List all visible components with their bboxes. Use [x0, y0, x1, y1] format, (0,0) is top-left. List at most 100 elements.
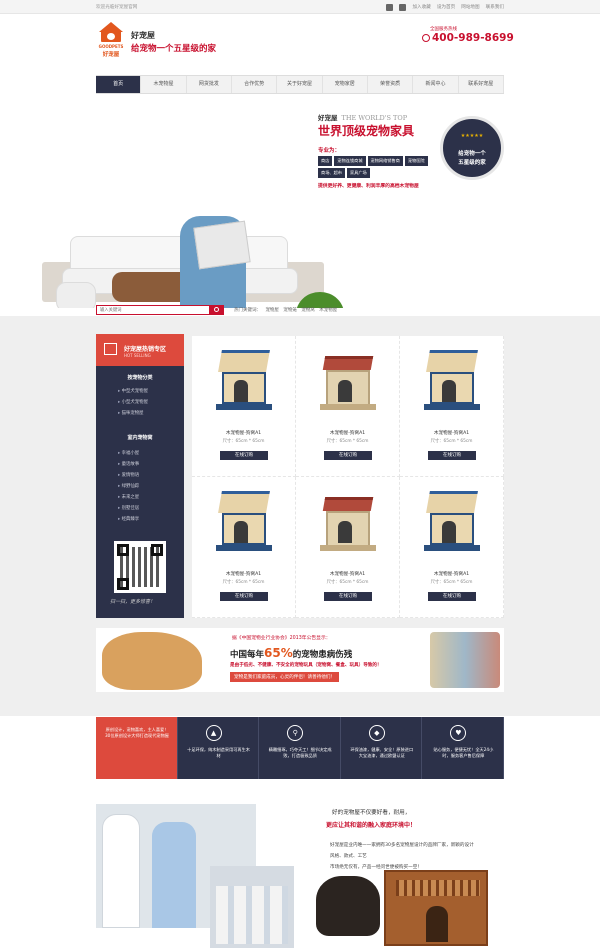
product-image[interactable]: [320, 350, 376, 412]
nav-wholesale[interactable]: 网货批发: [187, 76, 232, 93]
feature-block: ▲ 十足环保，纯木制造采用可再生木材: [177, 717, 260, 779]
hotline-number: 400-989-8699: [432, 32, 514, 44]
sidebar-item[interactable]: 经典臻享: [118, 514, 140, 525]
product-name[interactable]: 木宠物屋-狗窝A1: [296, 571, 399, 577]
sidebar-title-en: HOT SELLING: [124, 353, 151, 358]
link-homepage[interactable]: 设为首页: [437, 4, 455, 11]
hot-keywords: 热门关键词： 宠物屋 宠物笼 宠物窝 木宠物屋: [234, 307, 340, 313]
top-links: 加入收藏 设为首页 网站地图 联系我们: [386, 4, 504, 11]
product-name[interactable]: 木宠物屋-狗窝A1: [192, 571, 295, 577]
product-card[interactable]: 木宠物屋-狗窝A1 尺寸：65cm * 65cm 在线订购: [192, 477, 296, 618]
product-card[interactable]: 木宠物屋-狗窝A1 尺寸：65cm * 65cm 在线订购: [400, 477, 504, 618]
sidebar-item[interactable]: 绿野仙踪: [118, 481, 140, 492]
wechat-icon[interactable]: [399, 4, 407, 11]
product-card[interactable]: 木宠物屋-狗窝A1 尺寸：65cm * 65cm 在线订购: [296, 477, 400, 618]
photo-person: [152, 822, 196, 928]
banner-magazine: [193, 220, 251, 270]
banner-brand-cn: 好宠屋: [318, 114, 338, 122]
hot-keyword[interactable]: 木宠物屋: [319, 308, 337, 313]
sidebar-item[interactable]: 未来之星: [118, 492, 140, 503]
about-dogs-image: [316, 876, 380, 936]
kennel-railing: [396, 880, 480, 896]
hot-keyword[interactable]: 宠物笼: [283, 308, 297, 313]
promo-button[interactable]: 宠物是我们家庭成员，心灵的伴侣！请善待他们！: [230, 672, 340, 682]
hot-keyword[interactable]: 宠物屋: [265, 308, 279, 313]
sidebar-category-title: 室内宠物窝: [127, 435, 153, 441]
search-button[interactable]: [210, 305, 224, 315]
site-logo[interactable]: GOODPETS 好宠屋: [96, 22, 126, 58]
brand-slogan: 给宠物一个五星级的家: [131, 44, 217, 54]
banner-tag: 商店: [318, 156, 333, 166]
nav-cooperation[interactable]: 合作优势: [232, 76, 278, 93]
order-button[interactable]: 在线订购: [324, 592, 372, 601]
product-name[interactable]: 木宠物屋-狗窝A1: [400, 430, 503, 436]
sidebar-item[interactable]: 爱情物语: [118, 470, 140, 481]
nav-contact[interactable]: 联系好宠屋: [459, 76, 504, 93]
banner-for-label: 专业为：: [318, 148, 341, 154]
order-button[interactable]: 在线订购: [428, 451, 476, 460]
hot-keywords-label: 热门关键词：: [234, 308, 261, 313]
sidebar-item[interactable]: 小型犬宠物屋: [118, 397, 148, 408]
product-card[interactable]: 木宠物屋-狗窝A1 尺寸：65cm * 65cm 在线订购: [400, 336, 504, 477]
feature-text: 环保油漆，健康、安全！原装进口大宝油漆，通过欧盟认证: [350, 747, 414, 758]
sidebar-item[interactable]: 中型犬宠物屋: [118, 386, 148, 397]
nav-wood-pet-house[interactable]: 木宠物屋: [141, 76, 187, 93]
order-button[interactable]: 在线订购: [428, 592, 476, 601]
product-image[interactable]: [424, 350, 480, 412]
star-icon: ★★★★★: [460, 133, 484, 139]
promo-products-image: [430, 632, 500, 688]
link-sitemap[interactable]: 网站地图: [461, 4, 479, 11]
team-photo: [210, 866, 294, 948]
banner-tag: 商场、超市: [318, 168, 345, 178]
sidebar-list: 中型犬宠物屋 小型犬宠物屋 猫咪宠物屋: [118, 386, 148, 419]
nav-about[interactable]: 关于好宠屋: [277, 76, 323, 93]
nav-home[interactable]: 首页: [96, 76, 142, 93]
sidebar-item[interactable]: 别墅佳居: [118, 503, 140, 514]
banner-brand-en: THE WORLD'S TOP: [341, 114, 408, 122]
order-button[interactable]: 在线订购: [220, 451, 268, 460]
logo-cn-text: 好宠屋: [102, 52, 120, 58]
banner-brand: 好宠屋 THE WORLD'S TOP: [318, 112, 407, 122]
link-favorite[interactable]: 加入收藏: [412, 4, 430, 11]
hero-banner[interactable]: [0, 96, 600, 308]
banner-tag: 宠物连锁商城: [334, 156, 366, 166]
feature-block: 原创设计，宠物喜欢，主人喜爱！30位原创设计大师打造现代宠物屋: [96, 717, 178, 779]
product-name[interactable]: 木宠物屋-狗窝A1: [296, 430, 399, 436]
qr-code: [114, 541, 166, 593]
product-grid: 木宠物屋-狗窝A1 尺寸：65cm * 65cm 在线订购 木宠物屋-狗窝A1 …: [192, 336, 504, 618]
nav-honors[interactable]: 荣誉资质: [368, 76, 414, 93]
badge-line2: 五星级的家: [458, 160, 486, 166]
nav-news[interactable]: 新闻中心: [413, 76, 459, 93]
sidebar-item[interactable]: 幸福小屋: [118, 448, 140, 459]
search-input[interactable]: [96, 305, 210, 315]
product-image[interactable]: [216, 491, 272, 553]
promo-banner[interactable]: 据《中国宠物业行业协会》2013年公告显示： 中国每年65%的宠物患病伤残 是由…: [96, 628, 504, 692]
product-card[interactable]: 木宠物屋-狗窝A1 尺寸：65cm * 65cm 在线订购: [296, 336, 400, 477]
product-name[interactable]: 木宠物屋-狗窝A1: [192, 430, 295, 436]
order-button[interactable]: 在线订购: [220, 592, 268, 601]
qr-corner: [117, 544, 129, 556]
sidebar-item[interactable]: 童话故事: [118, 459, 140, 470]
nav-pet-furniture[interactable]: 宠物家居: [323, 76, 368, 93]
sidebar-item[interactable]: 猫咪宠物屋: [118, 408, 148, 419]
search-row: 热门关键词： 宠物屋 宠物笼 宠物窝 木宠物屋: [96, 304, 504, 316]
product-name[interactable]: 木宠物屋-狗窝A1: [400, 571, 503, 577]
hot-keyword[interactable]: 宠物窝: [301, 308, 315, 313]
product-image[interactable]: [320, 491, 376, 553]
shield-icon: ◆: [368, 725, 385, 741]
order-button[interactable]: 在线订购: [324, 451, 372, 460]
product-size: 尺寸：65cm * 65cm: [222, 439, 265, 444]
product-image[interactable]: [424, 491, 480, 553]
feature-text: 贴心服务，便捷无忧！全天24小时，服务客户售后保障: [433, 747, 494, 758]
logo-en-text: GOODPETS: [98, 44, 124, 49]
product-image[interactable]: [216, 350, 272, 412]
banner-desc: 提供更好养、更健康、利润丰厚的高档木宠物屋: [318, 184, 419, 189]
weibo-icon[interactable]: [386, 4, 394, 11]
banner-title: 世界顶级宠物家具: [318, 124, 415, 138]
promo-headline: 中国每年65%的宠物患病伤残: [230, 646, 352, 660]
feature-text: 精雕细琢，巧夺天工！细节决定成败，打造极致品质: [268, 747, 332, 758]
product-card[interactable]: 木宠物屋-狗窝A1 尺寸：65cm * 65cm 在线订购: [192, 336, 296, 477]
about-line1: 好的宠物屋不仅要好看，耐用，: [332, 810, 411, 816]
link-contact[interactable]: 联系我们: [486, 4, 504, 11]
search-icon: [214, 307, 219, 312]
